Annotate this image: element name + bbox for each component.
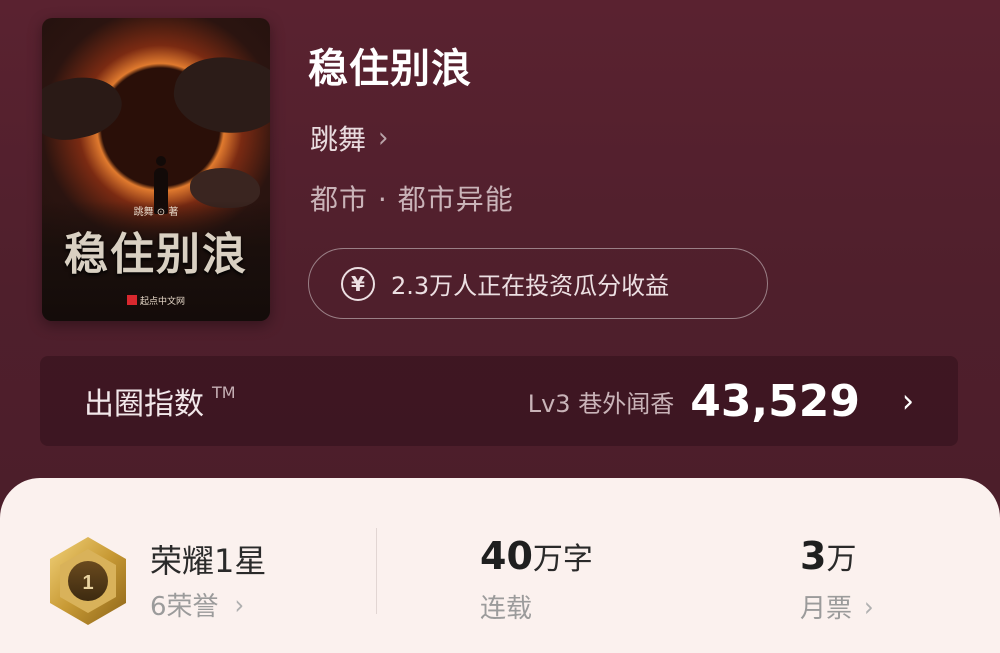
cover-author: 跳舞 ⊙ 著: [133, 207, 179, 218]
serial-status: 连载: [480, 588, 593, 625]
author-link[interactable]: 跳舞 ›: [310, 118, 388, 158]
book-cover[interactable]: 跳舞 ⊙ 著 稳住别浪 起点中文网: [42, 18, 270, 321]
chevron-right-icon: ›: [864, 591, 874, 622]
cover-rock: [42, 69, 128, 147]
chevron-right-icon: ›: [902, 381, 914, 421]
index-label-group: 出圈指数 TM: [84, 379, 236, 423]
invest-button[interactable]: ¥ 2.3万人正在投资瓜分收益: [308, 248, 768, 319]
author-name: 跳舞: [310, 123, 367, 156]
index-value-group: Lv3 巷外闻香 43,529 ›: [528, 376, 914, 427]
monthly-ticket-link[interactable]: 月票 ›: [800, 588, 874, 625]
honor-title: 荣耀1星: [150, 542, 267, 580]
serial-status-label: 连载: [480, 594, 533, 624]
cover-rock: [168, 49, 270, 142]
monthly-ticket-value: 3: [800, 534, 827, 578]
book-title: 稳住别浪: [308, 46, 472, 92]
monthly-ticket-unit: 万: [826, 542, 857, 577]
invest-text: 2.3万人正在投资瓜分收益: [391, 272, 670, 300]
honor-link[interactable]: 6荣誉 ›: [150, 586, 244, 623]
index-level: Lv3 巷外闻香: [527, 389, 675, 418]
word-count-unit: 万字: [532, 542, 593, 577]
divider: [376, 528, 377, 614]
word-count-stat: 40万字 连载: [480, 534, 593, 625]
honor-count: 6荣誉: [150, 592, 219, 622]
genre-tags: 都市 · 都市异能: [310, 183, 514, 216]
publisher-name: 起点中文网: [139, 297, 185, 307]
chevron-right-icon: ›: [378, 121, 389, 155]
monthly-ticket-label: 月票: [800, 594, 853, 624]
badge-number: 1: [82, 572, 93, 594]
monthly-ticket-stat[interactable]: 3万 月票 ›: [800, 534, 874, 625]
cover-publisher: 起点中文网: [42, 294, 270, 307]
index-label: 出圈指数: [84, 387, 204, 422]
index-score: 43,529: [690, 375, 860, 427]
word-count-value: 40: [480, 534, 533, 578]
popularity-index-bar[interactable]: 出圈指数 TM Lv3 巷外闻香 43,529 ›: [40, 356, 958, 446]
publisher-logo-icon: [126, 295, 137, 305]
trademark-mark: TM: [212, 383, 236, 402]
cover-title: 稳住别浪: [64, 229, 248, 280]
yen-icon: ¥: [341, 266, 375, 301]
chevron-right-icon: ›: [234, 589, 245, 620]
honor-badge-icon[interactable]: 1: [46, 535, 130, 627]
